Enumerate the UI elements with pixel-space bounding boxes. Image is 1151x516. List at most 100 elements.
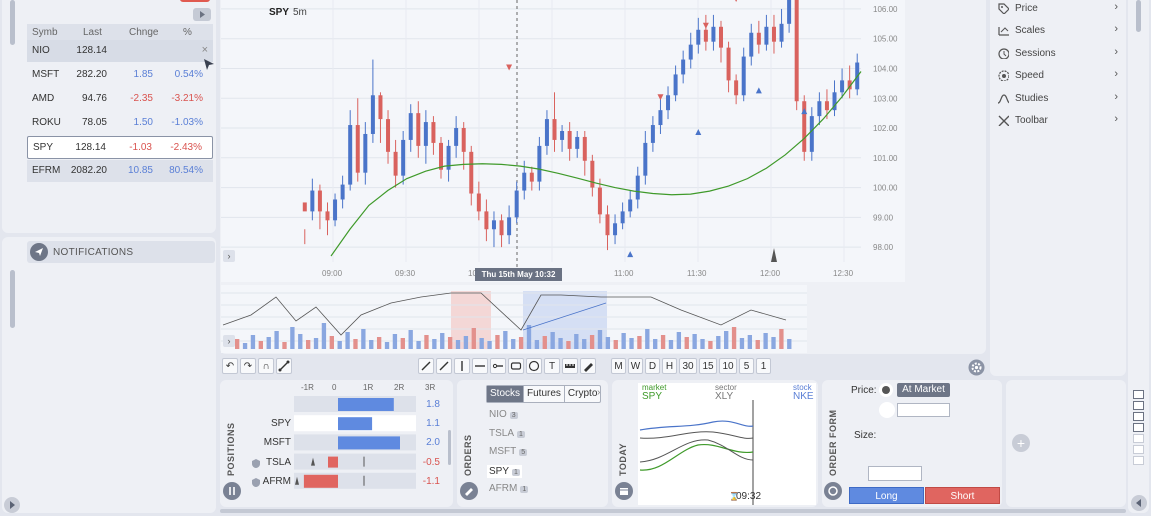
watchlist-scrollbar[interactable] — [10, 0, 15, 45]
watchlist-row-amd[interactable]: AMD 94.76 -2.35 -3.21% — [27, 88, 213, 110]
timeframe-button-d[interactable]: D — [645, 358, 660, 374]
orders-icon[interactable] — [460, 482, 478, 500]
volume-bar — [708, 341, 713, 349]
menu-item-toolbar[interactable]: Toolbar › — [995, 112, 1120, 130]
orders-tab-crypto[interactable]: Crypto — [563, 386, 600, 402]
position-symbol-msft[interactable]: MSFT — [240, 437, 291, 448]
order-row-msft[interactable]: MSFT 5 — [489, 446, 528, 457]
menu-item-price[interactable]: Price › — [995, 0, 1120, 18]
redo-button[interactable]: ↷ — [240, 358, 256, 374]
hourglass-icon: ⌛ — [729, 492, 739, 501]
limit-price-radio[interactable] — [879, 402, 895, 418]
scroll-indicator-left-button[interactable]: › — [223, 335, 235, 347]
ray-tool-button[interactable] — [490, 358, 506, 374]
order-symbol: NIO — [489, 409, 507, 420]
watchlist-row-roku[interactable]: ROKU 78.05 1.50 -1.03% — [27, 112, 213, 134]
positions-icon[interactable] — [223, 482, 241, 500]
orders-tab-futures[interactable]: Futures — [523, 386, 564, 402]
timeframe-button-h[interactable]: H — [662, 358, 677, 374]
rectangle-tool-button[interactable] — [508, 358, 524, 374]
menu-item-sessions[interactable]: Sessions › — [995, 45, 1120, 63]
remove-icon[interactable]: × — [202, 44, 208, 56]
candle-body — [787, 0, 792, 24]
volume-bar — [724, 331, 729, 349]
menu-item-scales[interactable]: Scales › — [995, 22, 1120, 40]
trendline-tool-button[interactable] — [436, 358, 452, 374]
bottom-scrollbar[interactable] — [220, 509, 1126, 513]
menu-item-speed[interactable]: Speed › — [995, 67, 1120, 85]
timeframe-button-1[interactable]: 1 — [756, 358, 771, 374]
price-chart[interactable]: 106.00 105.00 104.00 103.00 102.00 101.00 100.… — [221, 0, 905, 282]
circle-icon — [528, 360, 540, 372]
watchlist-header: Symb Last Chnge % — [27, 24, 213, 40]
short-button[interactable]: Short — [925, 487, 1000, 504]
vertical-line-tool-button[interactable] — [454, 358, 470, 374]
volume-bar — [716, 336, 721, 349]
price-type-radio[interactable] — [879, 383, 893, 397]
order-row-tsla[interactable]: TSLA 1 — [489, 428, 525, 439]
ruler-tool-button[interactable] — [562, 358, 578, 374]
play-icon[interactable] — [193, 8, 211, 21]
timeframe-button-w[interactable]: W — [628, 358, 643, 374]
text-tool-button[interactable]: T — [544, 358, 560, 374]
candle-body — [491, 220, 496, 230]
add-panel-button[interactable]: + — [1012, 434, 1030, 452]
position-symbol-spy[interactable]: SPY — [240, 418, 291, 429]
indicator-pane[interactable] — [221, 285, 807, 353]
magnet-button[interactable]: ∩ — [258, 358, 274, 374]
menu-item-studies[interactable]: Studies › — [995, 90, 1120, 108]
layout-slot[interactable] — [1133, 445, 1144, 454]
today-icon[interactable] — [615, 482, 633, 500]
candle-body — [317, 190, 322, 212]
orders-tab-stocks[interactable]: Stocks — [487, 386, 524, 402]
order-row-nio[interactable]: NIO 3 — [489, 409, 518, 420]
pencil-tool-button[interactable] — [276, 358, 292, 374]
collapse-left-button[interactable] — [2, 497, 22, 513]
undo-button[interactable]: ↶ — [222, 358, 238, 374]
layout-slot[interactable] — [1133, 412, 1144, 421]
notifications-header[interactable]: NOTIFICATIONS — [27, 241, 215, 263]
watchlist-row-efrm[interactable]: EFRM 2082.20 10.85 80.54% — [27, 160, 213, 182]
orders-tabs-next-icon[interactable]: › — [597, 387, 600, 398]
notifications-scrollbar[interactable] — [10, 270, 15, 328]
candle-body — [370, 95, 375, 134]
candle-body — [423, 122, 428, 146]
watchlist-row-msft[interactable]: MSFT 282.20 1.85 0.54% — [27, 64, 213, 86]
timeframe-button-m[interactable]: M — [611, 358, 626, 374]
collapse-right-button[interactable] — [1130, 495, 1148, 511]
layout-slot[interactable] — [1133, 423, 1144, 432]
order-row-afrm[interactable]: AFRM 1 — [489, 483, 529, 494]
right-scrollbar[interactable] — [1136, 0, 1141, 32]
row-symbol: ROKU — [32, 117, 61, 128]
layout-slots[interactable] — [1133, 390, 1145, 465]
timeframe-button-10[interactable]: 10 — [719, 358, 737, 374]
timeframe-button-30[interactable]: 30 — [679, 358, 697, 374]
watchlist-row-spy[interactable]: SPY 128.14 -1.03 -2.43% — [27, 136, 213, 159]
position-symbol-tsla[interactable]: TSLA — [240, 457, 291, 468]
timeframe-button-5[interactable]: 5 — [739, 358, 754, 374]
brush-tool-button[interactable] — [418, 358, 434, 374]
shield-icon — [251, 458, 261, 472]
chart-settings-button[interactable] — [968, 359, 985, 376]
watchlist-add-button[interactable] — [180, 0, 210, 2]
watchlist-row-nio[interactable]: NIO 128.14 × — [27, 40, 213, 62]
size-input[interactable] — [868, 466, 922, 481]
order-form-icon[interactable] — [824, 482, 842, 500]
timeframe-button-15[interactable]: 15 — [699, 358, 717, 374]
circle-tool-button[interactable] — [526, 358, 542, 374]
layout-slot[interactable] — [1133, 401, 1144, 410]
limit-price-input[interactable] — [897, 403, 950, 417]
horizontal-line-tool-button[interactable] — [472, 358, 488, 374]
position-symbol-afrm[interactable]: AFRM — [240, 476, 291, 487]
order-row-spy[interactable]: SPY 1 — [487, 464, 522, 478]
row-last: 94.76 — [81, 93, 107, 104]
marker-tool-button[interactable] — [580, 358, 596, 374]
long-button[interactable]: Long — [849, 487, 924, 504]
at-market-button[interactable]: At Market — [897, 383, 950, 397]
layout-slot[interactable] — [1133, 456, 1144, 465]
layout-slot[interactable] — [1133, 434, 1144, 443]
scroll-chart-left-button[interactable]: › — [223, 250, 235, 262]
layout-slot[interactable] — [1133, 390, 1144, 399]
rectangle-icon — [510, 362, 522, 370]
positions-scrollbar[interactable] — [448, 430, 451, 465]
